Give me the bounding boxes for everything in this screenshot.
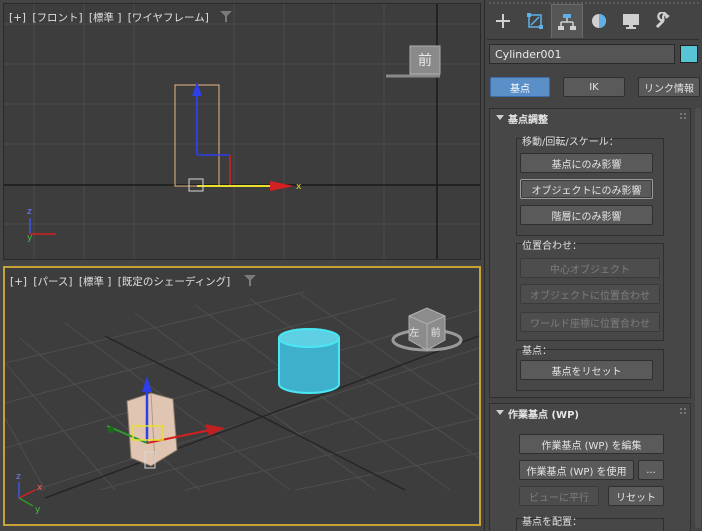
- motion-icon: [592, 14, 606, 28]
- align-to-object-button[interactable]: オブジェクトに位置合わせ: [520, 284, 660, 304]
- center-to-object-button[interactable]: 中心オブジェクト: [520, 258, 660, 278]
- viewport-menu-standard[interactable]: [標準 ]: [89, 12, 122, 24]
- tab-create[interactable]: [487, 4, 519, 38]
- pivot-mode-button[interactable]: 基点: [490, 77, 550, 97]
- cylinder-object[interactable]: [278, 328, 340, 394]
- object-name-field[interactable]: [489, 44, 675, 64]
- persp-axis-y-label: y: [35, 505, 41, 515]
- wrench-icon: [655, 12, 670, 29]
- panel-scroll-thumb[interactable]: [695, 108, 701, 528]
- viewport-menu-plus[interactable]: [+]: [9, 12, 26, 24]
- perspective-viewport[interactable]: z x y [+] [パース] [標準 ] [既定のシェーディング] 左 前: [3, 266, 481, 526]
- working-pivot-rollout: 作業基点 (WP) 作業基点 (WP) を編集 作業基点 (WP) を使用 ..…: [489, 403, 691, 531]
- front-viewport-label[interactable]: [+] [フロント] [標準 ] [ワイヤフレーム]: [9, 10, 212, 25]
- command-panel-tabs: [487, 4, 699, 40]
- monitor-icon: [623, 14, 639, 29]
- tab-display[interactable]: [615, 4, 647, 38]
- rollout-grip-icon[interactable]: [680, 113, 686, 119]
- affect-object-only-button[interactable]: オブジェクトにのみ影響: [520, 179, 653, 199]
- command-panel: 基点 IK リンク情報 基点調整 移動/回転/スケール： 基点にのみ影響 オブジ…: [484, 0, 702, 531]
- viewport-menu-shading[interactable]: [既定のシェーディング]: [118, 276, 230, 288]
- edit-working-pivot-button[interactable]: 作業基点 (WP) を編集: [519, 434, 664, 454]
- pivot-adjust-header[interactable]: 基点調整: [490, 109, 690, 126]
- link-info-button[interactable]: リンク情報: [638, 77, 700, 97]
- affect-pivot-only-button[interactable]: 基点にのみ影響: [520, 153, 653, 173]
- viewport-menu-view[interactable]: [フロント]: [32, 12, 82, 24]
- box-object[interactable]: [126, 392, 178, 467]
- viewcube-face-label[interactable]: 左 前: [409, 324, 445, 339]
- working-pivot-header[interactable]: 作業基点 (WP): [490, 404, 690, 421]
- viewport-menu-plus[interactable]: [+]: [10, 276, 27, 288]
- panel-scrollbar[interactable]: [695, 108, 701, 528]
- hierarchy-icon: [558, 13, 576, 30]
- plus-icon: [496, 14, 510, 28]
- ik-mode-button[interactable]: IK: [563, 77, 625, 97]
- viewcube-front[interactable]: 前: [384, 44, 444, 84]
- viewcube-perspective[interactable]: 左 前: [391, 302, 471, 364]
- collapse-arrow-icon: [496, 115, 504, 120]
- group-title: 基点を配置：: [522, 517, 582, 528]
- front-viewport[interactable]: [+] [フロント] [標準 ] [ワイヤフレーム] z y x 前: [3, 3, 481, 260]
- front-viewport-canvas: [4, 4, 480, 259]
- rollout-title: 基点調整: [508, 115, 548, 126]
- align-to-view-button[interactable]: ビューに平行: [519, 486, 599, 506]
- object-color-swatch[interactable]: [680, 45, 698, 63]
- viewport-menu-standard[interactable]: [標準 ]: [79, 276, 112, 288]
- tab-hierarchy[interactable]: [551, 4, 583, 38]
- use-working-pivot-button[interactable]: 作業基点 (WP) を使用: [519, 460, 634, 480]
- rollout-title: 作業基点 (WP): [508, 410, 579, 421]
- collapse-arrow-icon: [496, 410, 504, 415]
- group-title: 基点：: [522, 346, 552, 357]
- affect-hierarchy-only-button[interactable]: 階層にのみ影響: [520, 205, 653, 225]
- viewcube-face-label[interactable]: 前: [410, 50, 440, 70]
- reset-working-pivot-button[interactable]: リセット: [608, 486, 664, 506]
- filter-icon[interactable]: [244, 275, 256, 286]
- persp-axis-x-label: x: [37, 483, 43, 493]
- viewport-menu-shading[interactable]: [ワイヤフレーム]: [128, 12, 209, 24]
- group-title: 移動/回転/スケール：: [522, 137, 619, 148]
- tab-modify[interactable]: [519, 4, 551, 38]
- axis-tripod-persp: [18, 482, 36, 507]
- reset-pivot-button[interactable]: 基点をリセット: [520, 360, 653, 380]
- perspective-viewport-label[interactable]: [+] [パース] [標準 ] [既定のシェーディング]: [10, 274, 233, 289]
- tab-motion[interactable]: [583, 4, 615, 38]
- tab-utilities[interactable]: [647, 4, 679, 38]
- viewport-menu-view[interactable]: [パース]: [33, 276, 72, 288]
- working-pivot-options-button[interactable]: ...: [638, 460, 664, 480]
- modify-icon: [527, 13, 543, 29]
- pivot-adjust-rollout: 基点調整 移動/回転/スケール： 基点にのみ影響 オブジェクトにのみ影響 階層に…: [489, 108, 691, 398]
- align-to-world-button[interactable]: ワールド座標に位置合わせ: [520, 312, 660, 332]
- rollout-grip-icon[interactable]: [680, 408, 686, 414]
- persp-axis-z-label: z: [16, 472, 21, 482]
- filter-icon[interactable]: [220, 11, 232, 22]
- group-title: 位置合わせ：: [522, 241, 582, 252]
